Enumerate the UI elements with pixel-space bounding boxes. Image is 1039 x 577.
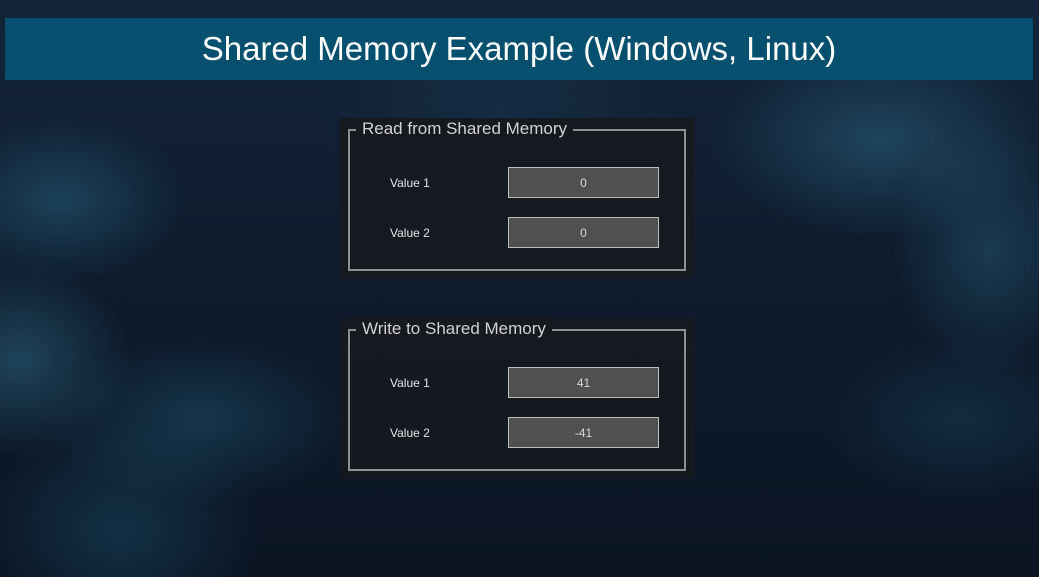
write-panel-legend: Write to Shared Memory bbox=[356, 318, 552, 340]
write-value2-label: Value 2 bbox=[390, 426, 430, 440]
write-value2-field[interactable] bbox=[508, 417, 659, 448]
read-panel-border bbox=[348, 129, 686, 271]
read-value2-field[interactable] bbox=[508, 217, 659, 248]
read-shared-memory-panel: Read from Shared Memory Value 1 Value 2 bbox=[340, 118, 694, 278]
read-value1-field[interactable] bbox=[508, 167, 659, 198]
write-panel-border bbox=[348, 329, 686, 471]
write-value1-field[interactable] bbox=[508, 367, 659, 398]
read-panel-legend: Read from Shared Memory bbox=[356, 118, 574, 140]
write-shared-memory-panel: Write to Shared Memory Value 1 Value 2 bbox=[340, 318, 694, 478]
title-bar: Shared Memory Example (Windows, Linux) bbox=[5, 18, 1033, 80]
page-title: Shared Memory Example (Windows, Linux) bbox=[201, 30, 837, 67]
write-value1-label: Value 1 bbox=[390, 376, 430, 390]
read-value1-label: Value 1 bbox=[390, 176, 430, 190]
read-value2-label: Value 2 bbox=[390, 226, 430, 240]
